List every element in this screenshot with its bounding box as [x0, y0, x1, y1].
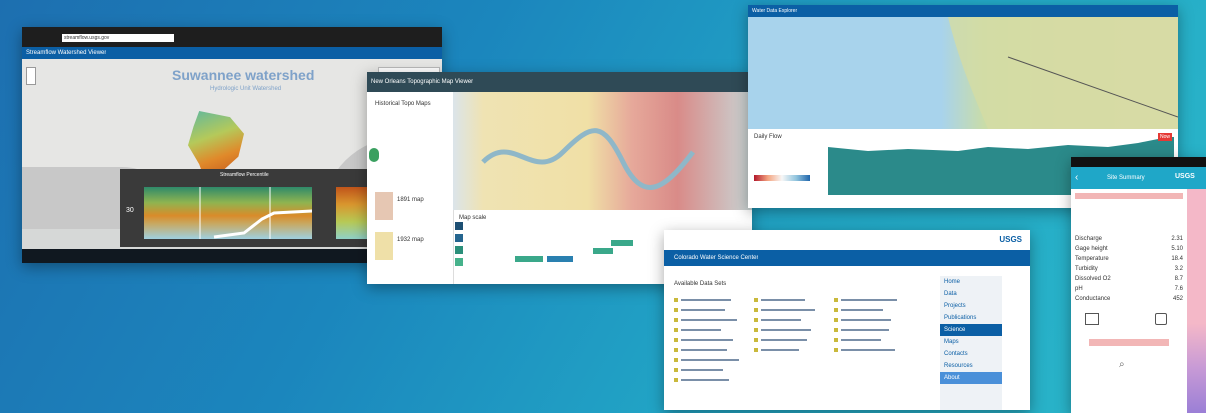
now-badge: Now — [1157, 133, 1172, 141]
summary-row: Conductance 452 — [1075, 295, 1183, 305]
nav-bar: ‹ Site Summary USGS — [1071, 167, 1206, 189]
row-value: 18.4 — [1171, 256, 1183, 262]
summary-row: Gage height 5.10 — [1075, 245, 1183, 255]
usgs-logo[interactable]: USGS — [999, 235, 1022, 244]
screenshot-mobile-summary: ‹ Site Summary USGS Discharge 2.31 Gage … — [1071, 157, 1206, 413]
sidebar-item[interactable]: Maps — [940, 336, 1002, 348]
map-subtitle: Hydrologic Unit Watershed — [210, 86, 282, 92]
usgs-logo[interactable]: USGS — [1175, 173, 1195, 180]
save-icon[interactable] — [1085, 313, 1099, 325]
list-item[interactable]: 1891 map — [397, 196, 424, 204]
status-bar — [1071, 157, 1206, 167]
sidebar-item-active[interactable]: Science — [940, 324, 1002, 336]
address-bar[interactable]: streamflow.usgs.gov — [62, 34, 174, 42]
row-value: 3.2 — [1174, 266, 1183, 272]
terrain-map[interactable] — [748, 17, 1178, 129]
app-header: Water Data Explorer — [748, 5, 1178, 17]
color-strip — [1187, 189, 1206, 413]
timeline-chip[interactable] — [593, 248, 613, 254]
summary-row: Discharge 2.31 — [1075, 235, 1183, 245]
sidebar-item[interactable]: Projects — [940, 300, 1002, 312]
app-title: New Orleans Topographic Map Viewer — [371, 79, 474, 85]
sidebar-heading: Historical Topo Maps — [375, 101, 431, 107]
sidebar-item[interactable]: Contacts — [940, 348, 1002, 360]
page-title: Colorado Water Science Center — [674, 255, 759, 261]
row-label: Dissolved O2 — [1075, 276, 1111, 282]
row-label: Gage height — [1075, 246, 1108, 252]
summary-table: Discharge 2.31 Gage height 5.10 Temperat… — [1075, 235, 1183, 305]
summary-row: pH 7.6 — [1075, 285, 1183, 295]
browser-toolbar: streamflow.usgs.gov — [22, 27, 442, 47]
sidebar: Historical Topo Maps 1891 map 1932 map — [367, 92, 454, 284]
row-label: Turbidity — [1075, 266, 1098, 272]
app-header: Streamflow Watershed Viewer — [22, 47, 442, 59]
share-icon[interactable] — [1155, 313, 1167, 325]
chart-label: Daily Flow — [754, 134, 782, 140]
row-label: pH — [1075, 286, 1083, 292]
row-value: 2.31 — [1171, 236, 1183, 242]
timeline-bar[interactable] — [455, 222, 463, 230]
chart-panel: Streamflow Percentile 30 — [120, 169, 390, 247]
topo-map[interactable] — [453, 92, 752, 210]
app-title: Streamflow Watershed Viewer — [26, 50, 107, 56]
color-ramp — [754, 175, 810, 181]
zoom-control[interactable] — [26, 67, 36, 85]
sidebar-item[interactable]: Home — [940, 276, 1002, 288]
sidebar-item[interactable]: Publications — [940, 312, 1002, 324]
row-label: Conductance — [1075, 296, 1111, 302]
percentile-chart — [144, 187, 312, 239]
collapse-button[interactable] — [369, 148, 379, 162]
top-header: USGS — [664, 230, 1030, 250]
sidebar-item[interactable]: Data — [940, 288, 1002, 300]
row-value: 452 — [1172, 296, 1183, 302]
summary-row: Turbidity 3.2 — [1075, 265, 1183, 275]
thumbnail-1[interactable] — [375, 192, 393, 220]
row-label: Discharge — [1075, 236, 1103, 242]
location-icon[interactable]: ⌕ — [1119, 359, 1125, 370]
screenshot-data-list: USGS Colorado Water Science Center Avail… — [664, 230, 1030, 410]
sidebar-nav: Home Data Projects Publications Science … — [940, 276, 1002, 410]
summary-row: Dissolved O2 8.7 — [1075, 275, 1183, 285]
sidebar-item[interactable]: Resources — [940, 360, 1002, 372]
list-item[interactable]: 1932 map — [397, 236, 424, 244]
row-value: 5.10 — [1171, 246, 1183, 252]
thumbnail-2[interactable] — [375, 232, 393, 260]
app-title: Water Data Explorer — [752, 8, 798, 14]
row-value: 8.7 — [1174, 276, 1183, 282]
section-heading: Available Data Sets — [674, 281, 727, 287]
app-header: New Orleans Topographic Map Viewer — [367, 72, 752, 92]
chart-caption: Streamflow Percentile — [220, 172, 269, 178]
map-title: Suwannee watershed — [172, 67, 315, 83]
data-set-link-list — [674, 298, 897, 382]
timeline-bar[interactable] — [455, 246, 463, 254]
row-label: Temperature — [1075, 256, 1109, 262]
timeline-chip[interactable] — [515, 256, 543, 262]
page-banner: Colorado Water Science Center — [664, 250, 1030, 266]
action-button[interactable] — [1089, 339, 1169, 346]
row-value: 7.6 — [1174, 286, 1183, 292]
sidebar-item-active[interactable]: About — [940, 372, 1002, 384]
nav-title: Site Summary — [1107, 175, 1145, 181]
chart-y-value: 30 — [126, 207, 134, 214]
summary-row: Temperature 18.4 — [1075, 255, 1183, 265]
timeline-bar[interactable] — [455, 234, 463, 242]
timeline-chip[interactable] — [547, 256, 573, 262]
back-chevron-icon[interactable]: ‹ — [1075, 172, 1078, 183]
legend-panel: Daily Flow — [748, 129, 822, 208]
timeline-chip[interactable] — [611, 240, 633, 246]
timeline-bar[interactable] — [455, 258, 463, 266]
timeline-label: Map scale — [459, 215, 487, 221]
section-bar — [1075, 193, 1183, 199]
